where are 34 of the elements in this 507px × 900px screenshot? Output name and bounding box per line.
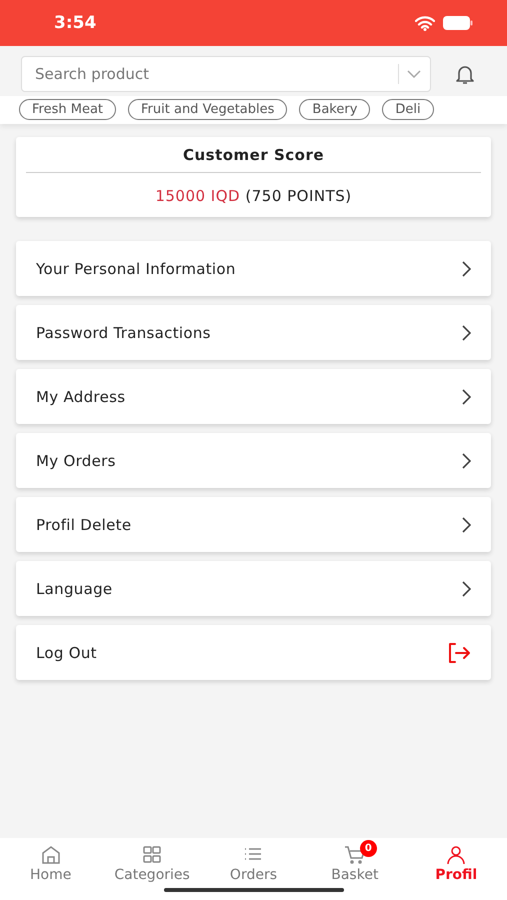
category-chip[interactable]: Fresh Meat (19, 99, 116, 120)
chevron-right-icon (461, 516, 471, 532)
wifi-icon (415, 16, 435, 30)
chevron-right-icon (461, 452, 471, 468)
card-title: Customer Score (182, 145, 326, 166)
tab-item[interactable]: Categories (107, 844, 198, 900)
person-icon (445, 844, 468, 866)
tab-item[interactable]: Profil (411, 844, 502, 900)
search-field[interactable]: Search product (21, 56, 431, 92)
score-amount: 15000 IQD (155, 187, 240, 205)
cart-icon (344, 844, 366, 866)
menu-item[interactable]: Language (16, 561, 491, 616)
category-chip[interactable]: Fruit and Vegetables (128, 99, 288, 120)
status-time: 3:54 (54, 13, 96, 33)
menu-item[interactable]: My Address (16, 369, 491, 424)
menu-item[interactable]: Your Personal Information (16, 241, 491, 296)
category-chip[interactable]: Bakery (299, 99, 370, 120)
grid-icon (141, 844, 164, 866)
battery-icon (443, 16, 473, 30)
logout-icon (447, 642, 471, 664)
home-icon (40, 844, 62, 866)
menu-item[interactable]: Profil Delete (16, 497, 491, 552)
score-points: (750 POINTS) (245, 187, 352, 205)
chevron-right-icon (461, 388, 471, 404)
cart-count-badge: 0 (360, 840, 377, 857)
chevron-right-icon (461, 580, 471, 596)
menu-item[interactable]: My Orders (16, 433, 491, 488)
chevron-right-icon (461, 324, 471, 340)
menu-item[interactable]: Password Transactions (16, 305, 491, 360)
chevron-right-icon (461, 260, 471, 276)
tab-item[interactable]: Orders (208, 844, 298, 900)
menu-item[interactable]: Log Out (16, 625, 491, 680)
tab-item[interactable]: Home (6, 844, 96, 900)
category-chip[interactable]: Deli (382, 99, 434, 120)
